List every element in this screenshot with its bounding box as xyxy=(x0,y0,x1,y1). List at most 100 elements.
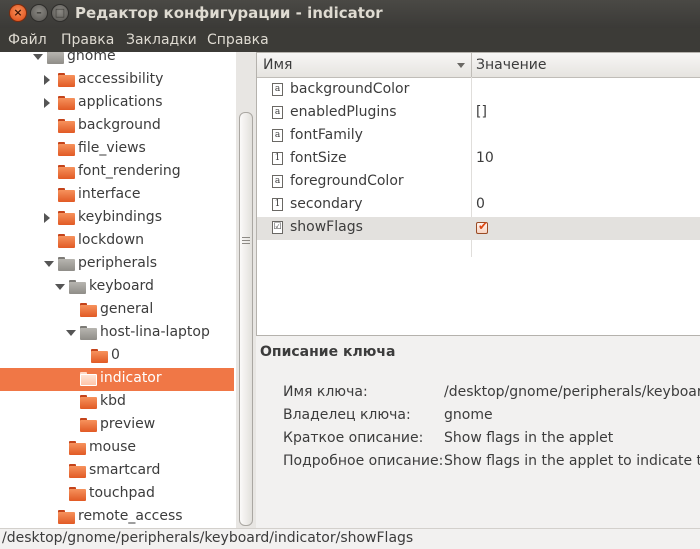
tree-item[interactable]: keybindings xyxy=(0,207,234,230)
close-button[interactable]: × xyxy=(9,4,27,22)
tree-item[interactable]: file_views xyxy=(0,138,234,161)
folder-icon xyxy=(58,211,75,225)
expander-down-icon[interactable] xyxy=(33,54,43,60)
description-label: Краткое описание: xyxy=(283,430,424,446)
folder-icon xyxy=(58,510,75,524)
tree-item-label: general xyxy=(100,301,154,317)
key-name: backgroundColor xyxy=(290,81,410,97)
tree-item-label: 0 xyxy=(111,347,120,363)
folder-icon xyxy=(80,326,97,340)
string-key-icon: a xyxy=(272,129,283,142)
string-key-icon: a xyxy=(272,83,283,96)
tree-item-label: kbd xyxy=(100,393,126,409)
folder-icon xyxy=(58,188,75,202)
tree-item[interactable]: keyboard xyxy=(0,276,234,299)
key-name: enabledPlugins xyxy=(290,104,397,120)
tree-item-label: smartcard xyxy=(89,462,161,478)
tree-item[interactable]: gnome xyxy=(0,52,234,69)
folder-icon xyxy=(58,142,75,156)
menu-bookmarks[interactable]: Закладки xyxy=(126,32,197,48)
tree-item-label: remote_access xyxy=(78,508,183,524)
tree-item[interactable]: accessibility xyxy=(0,69,234,92)
key-value[interactable]: [] xyxy=(476,104,487,120)
expander-right-icon[interactable] xyxy=(44,213,50,223)
tree-item[interactable]: lockdown xyxy=(0,230,234,253)
splitter-grip-icon xyxy=(470,338,482,350)
tree-item[interactable]: kbd xyxy=(0,391,234,414)
description-value: Show flags in the applet xyxy=(444,430,614,446)
tree-item[interactable]: applications xyxy=(0,92,234,115)
folder-icon xyxy=(58,165,75,179)
column-name-header[interactable]: Имя xyxy=(263,57,292,73)
key-description-panel: Описание ключа Имя ключа: /desktop/gnome/… xyxy=(256,344,700,528)
expander-down-icon[interactable] xyxy=(66,330,76,336)
tree-item[interactable]: peripherals xyxy=(0,253,234,276)
minimize-button[interactable]: – xyxy=(30,4,48,22)
status-bar: /desktop/gnome/peripherals/keyboard/indi… xyxy=(0,528,700,549)
menu-edit[interactable]: Правка xyxy=(61,32,114,48)
expander-down-icon[interactable] xyxy=(55,284,65,290)
tree-item[interactable]: mouse xyxy=(0,437,234,460)
tree-item-label: lockdown xyxy=(78,232,145,248)
key-value[interactable]: 0 xyxy=(476,196,485,212)
tree-item-label: peripherals xyxy=(78,255,158,271)
key-name: showFlags xyxy=(290,219,363,235)
column-value-header[interactable]: Значение xyxy=(476,57,546,73)
checkmark-icon: ✔ xyxy=(478,219,489,233)
string-key-icon: a xyxy=(272,175,283,188)
menu-help[interactable]: Справка xyxy=(207,32,269,48)
scrollbar-grip-icon xyxy=(242,237,250,247)
table-row[interactable]: 1 secondary 0 xyxy=(257,194,700,217)
window-title: Редактор конфигурации - indicator xyxy=(75,4,383,22)
tree-item[interactable]: general xyxy=(0,299,234,322)
tree-item[interactable]: smartcard xyxy=(0,460,234,483)
folder-icon xyxy=(80,418,97,432)
table-row[interactable]: a foregroundColor xyxy=(257,171,700,194)
tree-scrollbar-thumb[interactable] xyxy=(239,112,253,526)
tree-item-label: keyboard xyxy=(89,278,154,294)
value-checkbox[interactable]: ✔ xyxy=(476,219,489,234)
tree-item[interactable]: background xyxy=(0,115,234,138)
tree-item[interactable]: 0 xyxy=(0,345,234,368)
table-row[interactable]: ☑ showFlags ✔ xyxy=(257,217,700,240)
folder-icon xyxy=(80,303,97,317)
minimize-icon: – xyxy=(36,6,42,19)
tree-item-label: applications xyxy=(78,94,163,110)
folder-icon xyxy=(69,441,86,455)
table-row[interactable]: 1 fontSize 10 xyxy=(257,148,700,171)
tree-item[interactable]: remote_access xyxy=(0,506,234,528)
close-icon: × xyxy=(13,6,23,19)
table-row[interactable]: a enabledPlugins [] xyxy=(257,102,700,125)
description-label: Владелец ключа: xyxy=(283,407,411,423)
menu-file[interactable]: Файл xyxy=(8,32,47,48)
description-value: gnome xyxy=(444,407,493,423)
tree-item[interactable]: preview xyxy=(0,414,234,437)
tree-item[interactable]: interface xyxy=(0,184,234,207)
tree-item[interactable]: font_rendering xyxy=(0,161,234,184)
tree-item-label: keybindings xyxy=(78,209,162,225)
folder-icon xyxy=(58,257,75,271)
tree-item[interactable]: host-lina-laptop xyxy=(0,322,234,345)
key-name: secondary xyxy=(290,196,363,212)
maximize-button[interactable]: □ xyxy=(51,4,69,22)
tree-item-label: indicator xyxy=(100,370,162,386)
description-value: /desktop/gnome/peripherals/keyboard/indi… xyxy=(444,384,700,400)
description-heading: Описание ключа xyxy=(260,344,396,360)
tree-item[interactable]: touchpad xyxy=(0,483,234,506)
key-value[interactable]: 10 xyxy=(476,150,494,166)
table-row[interactable]: a backgroundColor xyxy=(257,79,700,102)
tree-item-label: font_rendering xyxy=(78,163,181,179)
expander-right-icon[interactable] xyxy=(44,98,50,108)
tree-scrollbar[interactable] xyxy=(236,52,257,528)
tree-item[interactable]: indicator xyxy=(0,368,234,391)
key-name: fontSize xyxy=(290,150,347,166)
directory-tree[interactable]: gnome accessibility applications background… xyxy=(0,52,237,528)
expander-down-icon[interactable] xyxy=(44,261,54,267)
pane-splitter[interactable] xyxy=(256,336,700,350)
menu-bar: Файл Правка Закладки Справка xyxy=(0,28,700,52)
expander-right-icon[interactable] xyxy=(44,75,50,85)
integer-key-icon: 1 xyxy=(272,198,283,211)
integer-key-icon: 1 xyxy=(272,152,283,165)
table-row[interactable]: a fontFamily xyxy=(257,125,700,148)
tree-item-label: gnome xyxy=(67,52,116,64)
